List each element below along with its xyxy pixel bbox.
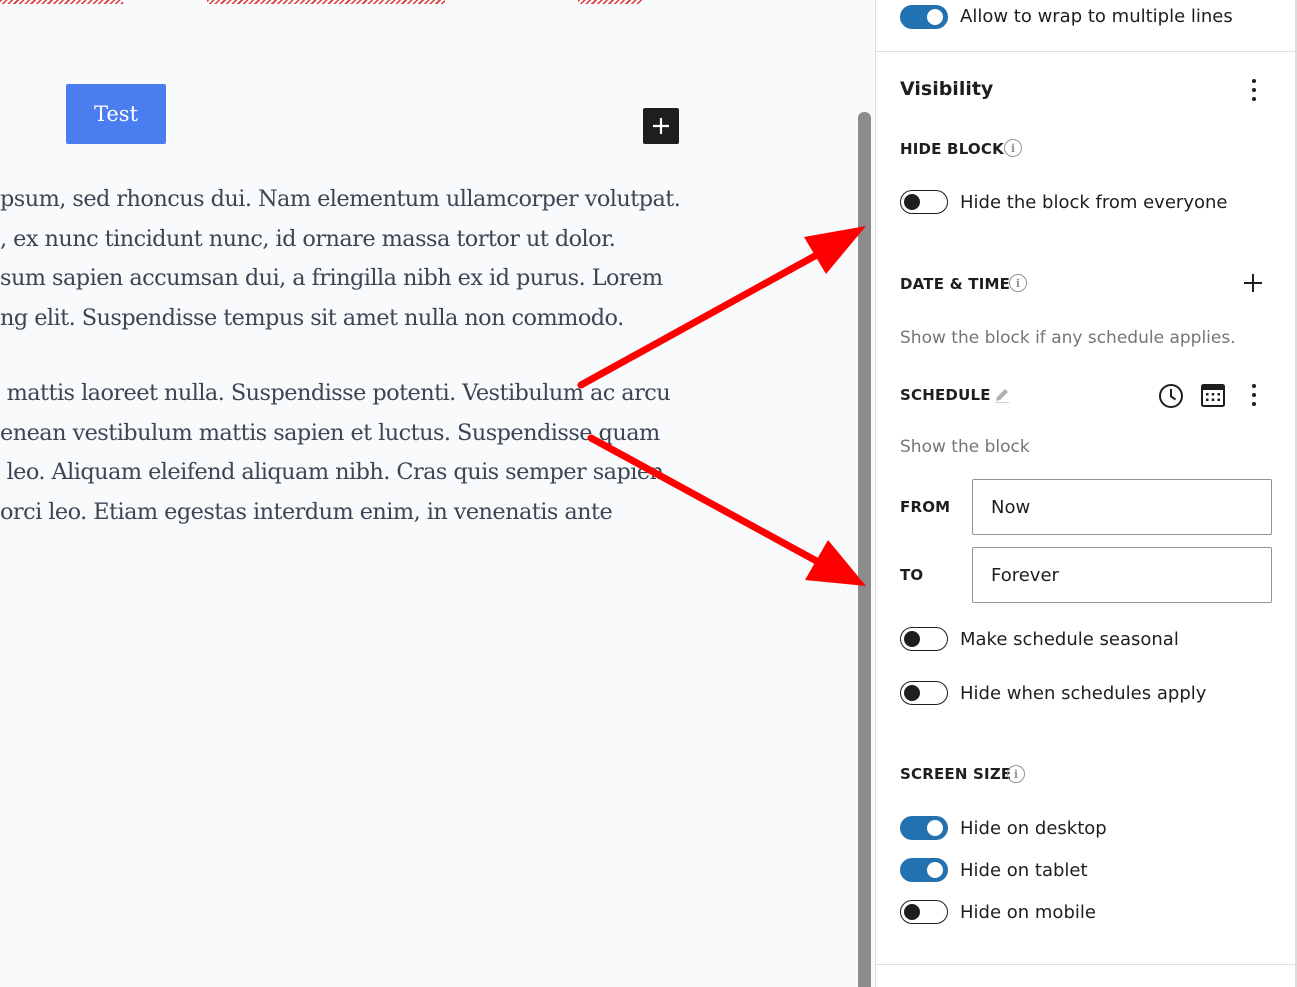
- spellcheck-underline: [0, 0, 123, 4]
- paragraph-line: orci leo. Etiam egestas interdum enim, i…: [0, 499, 613, 526]
- seasonal-toggle[interactable]: [900, 627, 948, 651]
- to-label: TO: [900, 566, 924, 584]
- more-vertical-icon[interactable]: [1252, 384, 1256, 411]
- spellcheck-underline: [207, 0, 445, 4]
- block-inserter-button[interactable]: [643, 108, 679, 144]
- to-date-value: Forever: [991, 564, 1059, 586]
- paragraph-line: , ex nunc tincidunt nunc, id ornare mass…: [0, 225, 616, 252]
- hide-desktop-toggle[interactable]: [900, 816, 948, 840]
- hide-mobile-label: Hide on mobile: [960, 902, 1096, 923]
- paragraph-line: mattis laoreet nulla. Suspendisse potent…: [0, 380, 671, 406]
- paragraph-line: sum sapien accumsan dui, a fringilla nib…: [0, 265, 663, 292]
- paragraph-line: ng elit. Suspendisse tempus sit amet nul…: [0, 305, 624, 332]
- wrap-lines-label: Allow to wrap to multiple lines: [960, 6, 1233, 27]
- visibility-panel-title[interactable]: Visibility: [900, 78, 993, 100]
- hide-desktop-label: Hide on desktop: [960, 818, 1107, 839]
- from-label: FROM: [900, 498, 951, 516]
- paragraph-line: leo. Aliquam eleifend aliquam nibh. Cras…: [0, 459, 671, 486]
- hide-block-label: Hide the block from everyone: [960, 192, 1228, 213]
- test-button[interactable]: Test: [66, 84, 166, 144]
- paragraph-line: psum, sed rhoncus dui. Nam elementum ull…: [0, 186, 681, 212]
- hide-tablet-label: Hide on tablet: [960, 860, 1088, 881]
- from-date-field[interactable]: Now: [972, 479, 1272, 535]
- date-time-help: Show the block if any schedule applies.: [900, 328, 1236, 348]
- hide-when-schedules-toggle[interactable]: [900, 681, 948, 705]
- hide-block-heading: HIDE BLOCK: [900, 140, 1004, 158]
- add-schedule-plus-icon[interactable]: [1243, 273, 1263, 293]
- calendar-icon[interactable]: [1200, 382, 1226, 408]
- seasonal-label: Make schedule seasonal: [960, 629, 1179, 650]
- plus-icon: [653, 118, 669, 134]
- clock-icon[interactable]: [1158, 383, 1184, 409]
- hide-when-schedules-label: Hide when schedules apply: [960, 683, 1207, 704]
- spellcheck-underline: [578, 0, 642, 4]
- schedule-help: Show the block: [900, 437, 1030, 457]
- paragraph-block[interactable]: mattis laoreet nulla. Suspendisse potent…: [0, 374, 858, 533]
- wrap-lines-toggle[interactable]: [900, 5, 948, 29]
- schedule-heading: SCHEDULE: [900, 386, 991, 404]
- screen-size-heading: SCREEN SIZE: [900, 765, 1012, 783]
- info-icon[interactable]: i: [1007, 765, 1025, 783]
- date-time-heading: DATE & TIME: [900, 275, 1011, 293]
- hide-mobile-toggle[interactable]: [900, 900, 948, 924]
- more-vertical-icon[interactable]: [1252, 79, 1256, 106]
- panel-divider: [876, 964, 1295, 965]
- hide-tablet-toggle[interactable]: [900, 858, 948, 882]
- paragraph-line: enean vestibulum mattis sapien et luctus…: [0, 419, 660, 446]
- info-icon[interactable]: i: [1004, 139, 1022, 157]
- hide-block-toggle[interactable]: [900, 190, 948, 214]
- paragraph-block[interactable]: psum, sed rhoncus dui. Nam elementum ull…: [0, 180, 858, 339]
- panel-divider: [876, 51, 1295, 52]
- editor-scrollbar[interactable]: [858, 112, 871, 987]
- from-date-value: Now: [991, 496, 1031, 518]
- to-date-field[interactable]: Forever: [972, 547, 1272, 603]
- info-icon[interactable]: i: [1009, 274, 1027, 292]
- editor-canvas: Test psum, sed rhoncus dui. Nam elementu…: [0, 0, 858, 987]
- pencil-icon[interactable]: [993, 386, 1011, 404]
